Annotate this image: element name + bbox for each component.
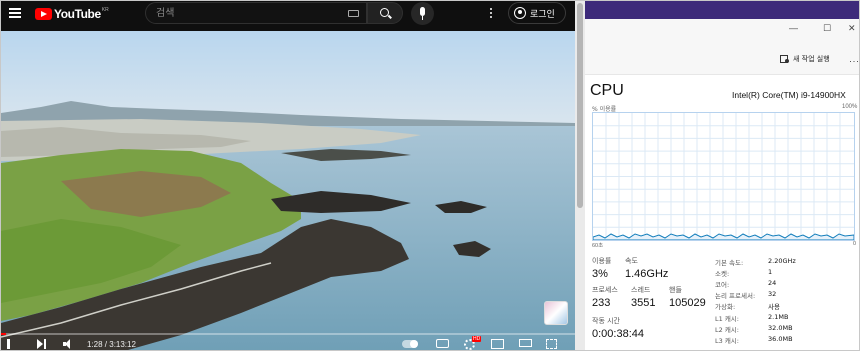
scrollbar-thumb[interactable] xyxy=(577,3,583,208)
youtube-logo-text: YouTube xyxy=(54,7,101,21)
spec-label: 논리 프로세서: xyxy=(715,292,756,300)
cpu-title: CPU xyxy=(590,82,624,99)
spec-value: 사용 xyxy=(768,303,780,311)
theater-mode-icon[interactable] xyxy=(519,339,532,347)
spec-value: 36.0MB xyxy=(768,335,793,343)
youtube-logo[interactable]: YouTube KR xyxy=(35,7,109,21)
spec-label: L1 캐시: xyxy=(715,315,739,323)
video-frame xyxy=(1,31,575,350)
user-icon xyxy=(514,7,526,19)
more-options-icon[interactable] xyxy=(490,8,493,20)
title-bar xyxy=(585,1,859,19)
graph-zero-label: 0 xyxy=(853,241,857,247)
spec-value: 2.20GHz xyxy=(768,257,796,265)
spec-value: 32 xyxy=(768,290,777,298)
youtube-play-icon xyxy=(35,8,52,20)
processes-label: 프로세스 xyxy=(592,286,618,294)
spec-value: 32.0MB xyxy=(768,324,793,332)
region-code: KR xyxy=(101,7,109,13)
spec-value: 2.1MB xyxy=(768,313,789,321)
speed-label: 속도 xyxy=(625,257,638,265)
maximize-button[interactable]: ☐ xyxy=(823,23,831,34)
search-box xyxy=(145,2,367,24)
close-button[interactable]: ✕ xyxy=(848,23,856,34)
spec-label: 코어: xyxy=(715,281,730,289)
spec-label: 소켓: xyxy=(715,270,730,278)
graph-max-label: 100% xyxy=(842,104,858,110)
cpu-graph-svg xyxy=(593,113,854,240)
speed-value: 1.46GHz xyxy=(625,268,669,280)
progress-fill xyxy=(1,333,6,335)
volume-icon[interactable] xyxy=(63,339,73,349)
spec-label: 기본 속도: xyxy=(715,259,744,267)
spec-value: 24 xyxy=(768,279,777,287)
pause-button[interactable] xyxy=(7,339,16,349)
threads-value: 3551 xyxy=(631,297,656,309)
autoplay-toggle[interactable] xyxy=(402,340,418,348)
microphone-stand xyxy=(422,16,423,20)
uptime-value: 0:00:38:44 xyxy=(592,328,644,340)
new-task-icon xyxy=(780,55,789,63)
spec-value: 1 xyxy=(768,268,773,276)
handles-label: 핸들 xyxy=(669,286,682,294)
next-button[interactable] xyxy=(37,339,46,349)
run-new-task-label: 새 작업 실행 xyxy=(793,55,830,63)
hd-badge: HD xyxy=(472,336,482,342)
subtitles-icon[interactable] xyxy=(436,339,449,348)
window-bar xyxy=(585,19,859,43)
cpu-usage-graph xyxy=(592,112,855,241)
login-button[interactable]: 로그인 xyxy=(508,2,566,24)
screen: YouTube KR 로그인 xyxy=(0,0,860,351)
minimize-button[interactable]: — xyxy=(789,23,798,33)
video-player[interactable] xyxy=(1,31,575,350)
login-label: 로그인 xyxy=(530,9,555,20)
utilization-label: 이용률 xyxy=(592,257,612,265)
search-button[interactable] xyxy=(367,2,403,24)
graph-time-label: 60초 xyxy=(592,243,604,249)
utilization-value: 3% xyxy=(592,268,608,280)
search-icon-handle xyxy=(388,14,392,19)
time-display: 1:28 / 3:13:12 xyxy=(87,340,136,349)
fullscreen-icon[interactable] xyxy=(546,339,557,349)
task-manager-window: — ☐ ✕ 새 작업 실행 ··· CPU Intel(R) Core(TM) … xyxy=(585,1,859,350)
search-input[interactable] xyxy=(146,3,336,24)
keyboard-icon[interactable] xyxy=(348,10,359,17)
miniplayer-icon[interactable] xyxy=(491,339,504,349)
progress-bar[interactable] xyxy=(1,333,575,335)
voice-search-button[interactable] xyxy=(411,2,434,25)
threads-label: 스레드 xyxy=(631,286,651,294)
channel-watermark[interactable] xyxy=(544,301,568,325)
run-new-task-button[interactable]: 새 작업 실행 xyxy=(780,54,830,64)
processes-value: 233 xyxy=(592,297,611,309)
menu-icon[interactable] xyxy=(9,8,21,18)
more-options-button[interactable]: ··· xyxy=(849,56,859,66)
uptime-label: 작동 시간 xyxy=(592,317,620,325)
cpu-model: Intel(R) Core(TM) i9-14900HX xyxy=(732,90,846,100)
handles-value: 105029 xyxy=(669,297,706,309)
microphone-icon xyxy=(420,7,425,16)
spec-label: L2 캐시: xyxy=(715,326,739,334)
youtube-window: YouTube KR 로그인 xyxy=(1,1,575,350)
spec-label: L3 캐시: xyxy=(715,337,739,345)
spec-label: 가상화: xyxy=(715,303,736,311)
youtube-header: YouTube KR 로그인 xyxy=(1,1,575,28)
